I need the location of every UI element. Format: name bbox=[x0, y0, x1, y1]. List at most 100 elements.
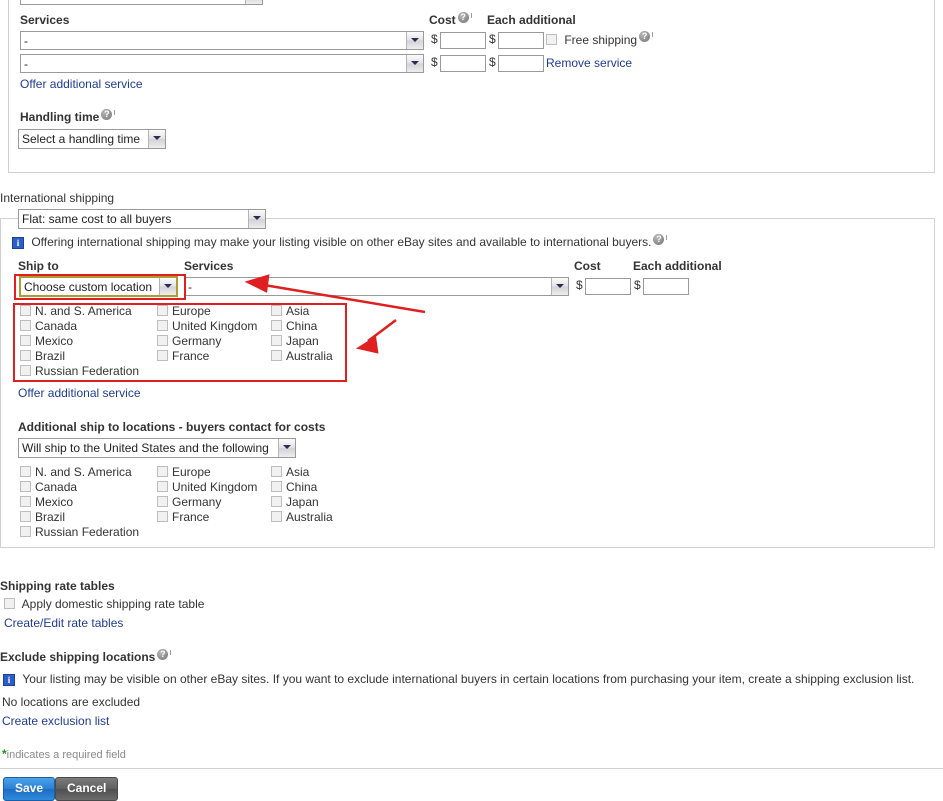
offer-additional-service-link-international[interactable]: Offer additional service bbox=[18, 386, 141, 400]
location-checkbox[interactable] bbox=[271, 350, 282, 361]
save-button[interactable]: Save bbox=[3, 777, 55, 801]
domestic-rate-type-select[interactable] bbox=[20, 0, 263, 5]
location-checkbox[interactable] bbox=[157, 481, 168, 492]
location-checkbox-row[interactable]: N. and S. America bbox=[20, 465, 139, 480]
location-checkbox[interactable] bbox=[20, 305, 31, 316]
location-checkbox[interactable] bbox=[20, 350, 31, 361]
location-label: China bbox=[286, 480, 317, 494]
cancel-button[interactable]: Cancel bbox=[55, 777, 118, 801]
domestic-service-1-select[interactable]: - bbox=[20, 31, 424, 50]
location-checkbox[interactable] bbox=[271, 481, 282, 492]
required-field-note: *indicates a required field bbox=[2, 747, 126, 761]
domestic-service-2-select-wrapper[interactable]: - bbox=[20, 54, 424, 73]
location-checkbox-row[interactable]: Russian Federation bbox=[20, 525, 139, 540]
location-checkbox-row[interactable]: Japan bbox=[271, 495, 333, 510]
location-checkbox[interactable] bbox=[157, 320, 168, 331]
location-checkbox-row[interactable]: France bbox=[157, 510, 257, 525]
location-checkbox[interactable] bbox=[20, 466, 31, 477]
location-label: N. and S. America bbox=[35, 465, 132, 479]
domestic-service-1-select-wrapper[interactable]: - bbox=[20, 31, 424, 50]
apply-domestic-rate-table-row[interactable]: Apply domestic shipping rate table bbox=[4, 597, 204, 611]
international-each-additional-input[interactable] bbox=[643, 278, 689, 295]
location-checkbox[interactable] bbox=[20, 511, 31, 522]
additional-ship-to-select-wrapper[interactable]: Will ship to the United States and the f… bbox=[18, 438, 296, 458]
location-checkbox[interactable] bbox=[157, 335, 168, 346]
location-checkbox-row[interactable]: China bbox=[271, 319, 333, 334]
location-checkbox-row[interactable]: Brazil bbox=[20, 510, 139, 525]
remove-service-link[interactable]: Remove service bbox=[546, 55, 632, 72]
location-checkbox-row[interactable]: France bbox=[157, 349, 257, 364]
location-checkbox-row[interactable]: Europe bbox=[157, 304, 257, 319]
location-checkbox[interactable] bbox=[157, 350, 168, 361]
create-edit-rate-tables-link[interactable]: Create/Edit rate tables bbox=[4, 616, 123, 630]
location-checkbox[interactable] bbox=[271, 335, 282, 346]
location-checkbox[interactable] bbox=[271, 511, 282, 522]
footer-divider bbox=[0, 768, 943, 769]
location-checkbox-row[interactable]: Canada bbox=[20, 480, 139, 495]
location-checkbox-row[interactable]: United Kingdom bbox=[157, 319, 257, 334]
international-services-header: Services bbox=[184, 259, 233, 273]
location-checkbox-row[interactable]: Japan bbox=[271, 334, 333, 349]
domestic-each-additional-1-input[interactable] bbox=[498, 32, 544, 49]
location-checkbox-row[interactable]: N. and S. America bbox=[20, 304, 139, 319]
location-checkbox-row[interactable]: Australia bbox=[271, 349, 333, 364]
domestic-service-2-select[interactable]: - bbox=[20, 54, 424, 73]
location-checkbox-row[interactable]: Germany bbox=[157, 495, 257, 510]
international-locations-col-3: Asia China Japan Australia bbox=[271, 304, 333, 364]
help-icon[interactable] bbox=[157, 649, 168, 660]
location-checkbox[interactable] bbox=[271, 305, 282, 316]
location-checkbox-row[interactable]: United Kingdom bbox=[157, 480, 257, 495]
location-checkbox-row[interactable]: Australia bbox=[271, 510, 333, 525]
location-checkbox-row[interactable]: Mexico bbox=[20, 495, 139, 510]
location-checkbox[interactable] bbox=[157, 511, 168, 522]
location-checkbox[interactable] bbox=[157, 305, 168, 316]
domestic-cost-1-input[interactable] bbox=[440, 32, 486, 49]
domestic-rate-type-select-wrapper[interactable] bbox=[20, 0, 263, 5]
handling-time-select-wrapper[interactable]: Select a handling time bbox=[18, 129, 166, 149]
domestic-services-header: Services bbox=[20, 13, 69, 27]
location-checkbox[interactable] bbox=[157, 496, 168, 507]
location-checkbox-row[interactable]: Brazil bbox=[20, 349, 139, 364]
location-checkbox-row[interactable]: Canada bbox=[20, 319, 139, 334]
apply-domestic-rate-table-checkbox[interactable] bbox=[4, 598, 15, 609]
location-checkbox[interactable] bbox=[20, 481, 31, 492]
help-icon[interactable] bbox=[653, 234, 664, 245]
offer-additional-service-link-domestic[interactable]: Offer additional service bbox=[20, 77, 143, 91]
location-checkbox[interactable] bbox=[20, 365, 31, 376]
additional-ship-to-select[interactable]: Will ship to the United States and the f… bbox=[18, 438, 296, 458]
international-service-select[interactable]: - bbox=[184, 277, 569, 296]
ship-to-select-wrapper[interactable]: Choose custom location bbox=[19, 276, 178, 297]
location-checkbox[interactable] bbox=[271, 320, 282, 331]
ship-to-select[interactable]: Choose custom location bbox=[19, 276, 178, 297]
location-checkbox[interactable] bbox=[20, 496, 31, 507]
info-icon bbox=[12, 237, 24, 249]
help-icon[interactable] bbox=[639, 31, 650, 42]
location-checkbox[interactable] bbox=[271, 496, 282, 507]
location-checkbox-row[interactable]: China bbox=[271, 480, 333, 495]
help-icon[interactable] bbox=[458, 12, 469, 23]
location-checkbox-row[interactable]: Asia bbox=[271, 304, 333, 319]
location-checkbox[interactable] bbox=[157, 466, 168, 477]
location-label: China bbox=[286, 319, 317, 333]
location-checkbox[interactable] bbox=[20, 335, 31, 346]
international-service-select-wrapper[interactable]: - bbox=[184, 277, 569, 296]
location-checkbox-row[interactable]: Russian Federation bbox=[20, 364, 139, 379]
handling-time-select[interactable]: Select a handling time bbox=[18, 129, 166, 149]
international-cost-input[interactable] bbox=[585, 278, 631, 295]
location-checkbox-row[interactable]: Europe bbox=[157, 465, 257, 480]
location-checkbox-row[interactable]: Asia bbox=[271, 465, 333, 480]
location-checkbox-row[interactable]: Mexico bbox=[20, 334, 139, 349]
create-exclusion-list-link[interactable]: Create exclusion list bbox=[2, 714, 109, 728]
domestic-cost-2-input[interactable] bbox=[440, 55, 486, 72]
location-checkbox[interactable] bbox=[20, 320, 31, 331]
location-checkbox-row[interactable]: Germany bbox=[157, 334, 257, 349]
free-shipping-group: Free shipping bbox=[546, 32, 650, 49]
international-rate-type-select[interactable]: Flat: same cost to all buyers bbox=[18, 209, 266, 229]
domestic-each-additional-1-currency: $ bbox=[489, 32, 496, 46]
free-shipping-checkbox[interactable] bbox=[546, 34, 557, 45]
domestic-each-additional-2-input[interactable] bbox=[498, 55, 544, 72]
location-checkbox[interactable] bbox=[20, 526, 31, 537]
international-rate-type-select-wrapper[interactable]: Flat: same cost to all buyers bbox=[18, 209, 266, 229]
location-checkbox[interactable] bbox=[271, 466, 282, 477]
help-icon[interactable] bbox=[101, 109, 112, 120]
